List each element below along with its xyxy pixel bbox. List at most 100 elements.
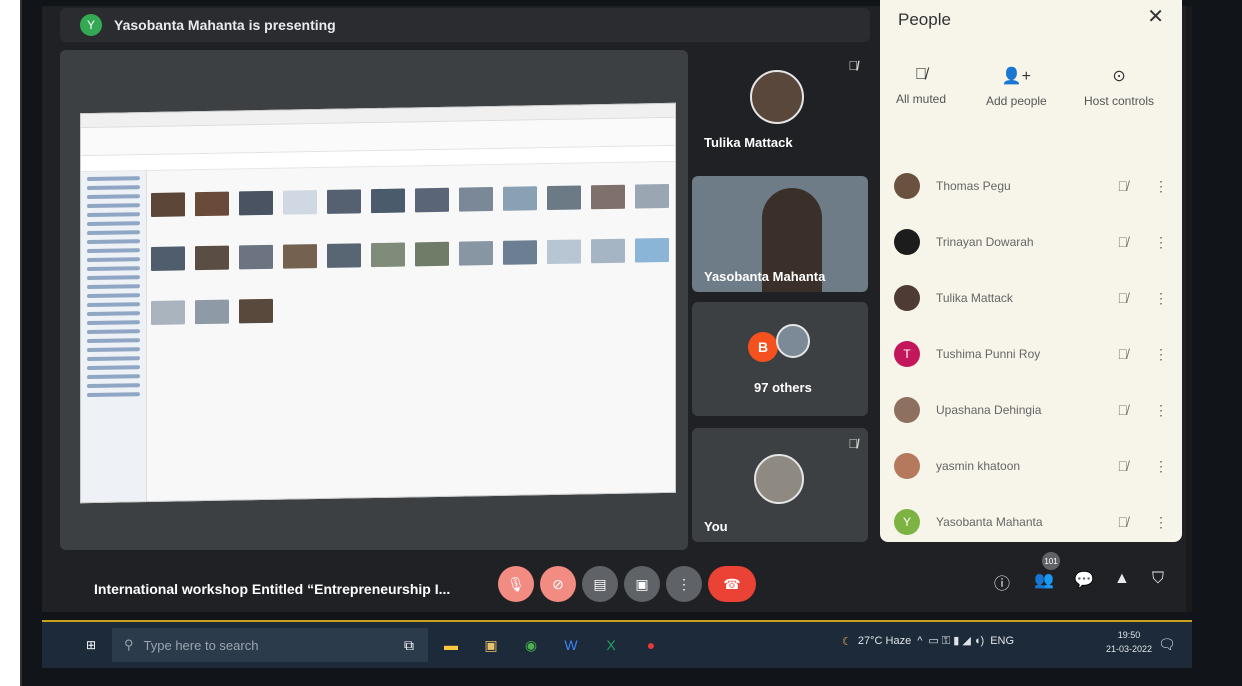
add-people-label: Add people — [986, 94, 1047, 108]
taskbar-search[interactable]: ⚲ Type here to search — [112, 628, 428, 662]
present-button[interactable]: ▣ — [624, 566, 660, 602]
participant-name: Thomas Pegu — [936, 179, 1011, 193]
host-controls-label: Host controls — [1084, 94, 1155, 108]
add-people-button[interactable]: 👤+ Add people — [986, 66, 1047, 108]
camera-off-icon: ⊘ — [552, 575, 564, 592]
all-muted-label: All muted — [896, 92, 947, 106]
host-controls-button[interactable]: ⊙ Host controls — [1084, 66, 1154, 108]
chevron-up-icon[interactable]: ^ — [917, 635, 922, 647]
presenting-banner: Y Yasobanta Mahanta is presenting — [60, 8, 870, 42]
close-icon[interactable]: ✕ — [1147, 4, 1164, 29]
word-icon[interactable]: W — [560, 634, 582, 656]
people-icon[interactable]: 👥 — [1034, 570, 1054, 590]
more-options-icon[interactable]: ⋮ — [1154, 402, 1168, 419]
host-controls-icon[interactable]: ⛉ — [1152, 570, 1164, 588]
task-view-icon[interactable]: ⧉ — [398, 634, 420, 656]
system-tray: ☾ 27°C Haze ^ ▭ ⚿ ▮ ◢ ◖) ENG — [842, 634, 1014, 648]
participant-count-badge: 101 — [1042, 552, 1060, 570]
chat-icon[interactable]: 💬 — [1074, 570, 1094, 590]
more-options-icon[interactable]: ⋮ — [1154, 346, 1168, 363]
add-person-icon: 👤+ — [1001, 68, 1031, 85]
hang-up-icon: ☎ — [723, 575, 741, 592]
participant-name: Tushima Punni Roy — [936, 347, 1041, 361]
list-item[interactable]: yasmin khatoon 🎙̸ ⋮ — [894, 438, 1168, 494]
others-label: 97 others — [754, 380, 812, 395]
chrome-icon[interactable]: ◉ — [520, 634, 542, 656]
list-item[interactable]: Trinayan Dowarah 🎙̸ ⋮ — [894, 214, 1168, 270]
tile-name: Tulika Mattack — [704, 135, 793, 150]
list-item[interactable]: Thomas Pegu 🎙̸ ⋮ — [894, 158, 1168, 214]
store-icon[interactable]: ▣ — [480, 634, 502, 656]
avatar — [894, 397, 920, 423]
avatar — [894, 173, 920, 199]
participant-name: Upashana Dehingia — [936, 403, 1042, 417]
present-icon: ▣ — [635, 575, 649, 592]
participant-name: yasmin khatoon — [936, 459, 1021, 473]
panel-title: People — [898, 10, 951, 29]
time: 19:50 — [1117, 630, 1141, 640]
mic-off-icon: 🎙̸ — [915, 66, 928, 83]
participant-name: Yasobanta Mahanta — [936, 515, 1043, 529]
tray-icons: ▭ ⚿ ▮ ◢ ◖) — [928, 635, 985, 647]
avatar — [750, 70, 804, 124]
tile-tulika[interactable]: 🎙̸ Tulika Mattack — [692, 50, 868, 160]
list-item[interactable]: Upashana Dehingia 🎙̸ ⋮ — [894, 382, 1168, 438]
meeting-title: International workshop Entitled “Entrepr… — [94, 581, 451, 597]
avatar — [754, 454, 804, 504]
list-item[interactable]: T Tushima Punni Roy 🎙̸ ⋮ — [894, 326, 1168, 382]
more-options-icon[interactable]: ⋮ — [1154, 458, 1168, 475]
more-options-icon[interactable]: ⋮ — [1154, 290, 1168, 307]
language-indicator[interactable]: ENG — [990, 635, 1014, 647]
file-explorer-icon[interactable]: ▬ — [440, 634, 462, 656]
tile-name: Yasobanta Mahanta — [704, 269, 826, 284]
clock[interactable]: 19:50 21-03-2022 — [1106, 628, 1152, 656]
tile-you[interactable]: 🎙̸ You — [692, 428, 868, 542]
more-options-button[interactable]: ⋮ — [666, 566, 702, 602]
captions-icon: ▤ — [593, 575, 607, 592]
divider — [20, 0, 22, 686]
shared-screen — [80, 102, 676, 504]
presenting-text: Yasobanta Mahanta is presenting — [114, 17, 336, 33]
search-placeholder: Type here to search — [143, 637, 259, 653]
presenter-avatar: Y — [80, 14, 102, 36]
avatar: Y — [894, 509, 920, 535]
tile-others[interactable]: B 97 others — [692, 302, 868, 416]
mic-toggle-button[interactable]: 🎙 — [498, 566, 534, 602]
participant-name: Trinayan Dowarah — [936, 235, 1034, 249]
captions-button[interactable]: ▤ — [582, 566, 618, 602]
meeting-controls-bar: International workshop Entitled “Entrepr… — [60, 552, 1182, 612]
app-icon[interactable]: ● — [640, 634, 662, 656]
excel-icon[interactable]: X — [600, 634, 622, 656]
participant-list: Thomas Pegu 🎙̸ ⋮ Trinayan Dowarah 🎙̸ ⋮ T… — [894, 158, 1168, 550]
list-item[interactable]: Y Yasobanta Mahanta 🎙̸ ⋮ — [894, 494, 1168, 550]
more-options-icon[interactable]: ⋮ — [1154, 514, 1168, 531]
mic-off-icon: 🎙̸ — [1117, 458, 1129, 474]
people-panel: People ✕ 🎙̸ All muted 👤+ Add people ⊙ Ho… — [880, 0, 1182, 542]
end-call-button[interactable]: ☎ — [708, 566, 756, 602]
list-item[interactable]: Tulika Mattack 🎙̸ ⋮ — [894, 270, 1168, 326]
info-icon[interactable]: ⓘ — [994, 570, 1010, 594]
avatar — [894, 453, 920, 479]
activities-icon[interactable]: ▲ — [1114, 570, 1130, 588]
tile-yasobanta[interactable]: Yasobanta Mahanta — [692, 176, 868, 292]
date: 21-03-2022 — [1106, 644, 1153, 654]
all-muted-button[interactable]: 🎙̸ All muted — [896, 66, 946, 106]
mic-off-icon: 🎙̸ — [848, 58, 858, 73]
notification-icon[interactable]: 🗨 — [1158, 636, 1176, 653]
camera-toggle-button[interactable]: ⊘ — [540, 566, 576, 602]
toggle-icon: ⊙ — [1112, 68, 1126, 85]
participant-name: Tulika Mattack — [936, 291, 1013, 305]
avatar — [776, 324, 810, 358]
mic-off-icon: 🎙̸ — [1117, 290, 1129, 306]
explorer-nav-pane — [81, 171, 147, 503]
mic-off-icon: 🎙̸ — [1117, 402, 1129, 418]
more-options-icon: ⋮ — [677, 575, 691, 592]
more-options-icon[interactable]: ⋮ — [1154, 234, 1168, 251]
avatar — [894, 285, 920, 311]
mic-off-icon: 🎙̸ — [1117, 514, 1129, 530]
weather-text: 27°C Haze — [857, 635, 912, 647]
weather-icon: ☾ — [842, 635, 852, 648]
avatar — [894, 229, 920, 255]
windows-start-icon[interactable]: ⊞ — [86, 638, 100, 652]
more-options-icon[interactable]: ⋮ — [1154, 178, 1168, 195]
